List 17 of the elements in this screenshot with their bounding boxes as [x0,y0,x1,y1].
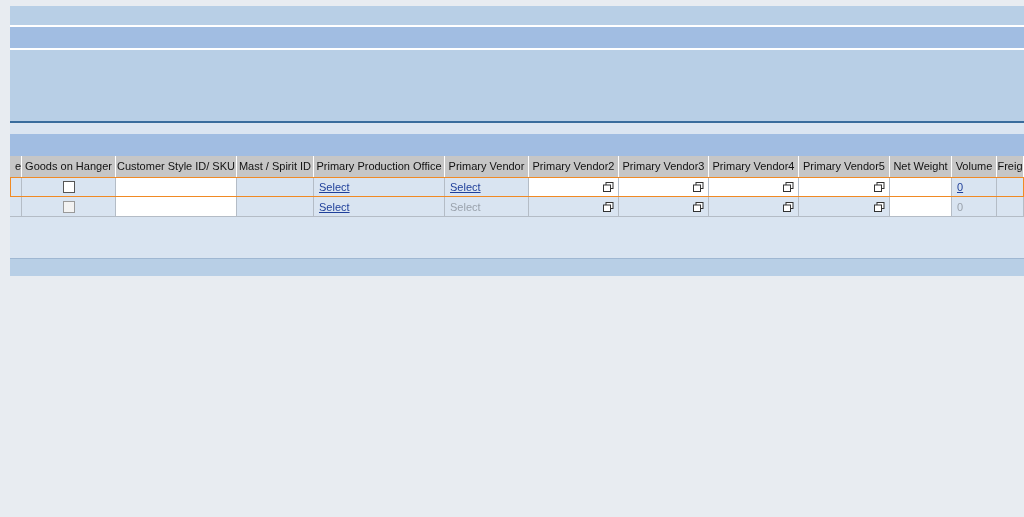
input-field[interactable] [116,177,236,196]
select-link[interactable]: Select [319,200,350,213]
select-link[interactable]: Select [319,180,350,193]
input-field[interactable] [116,197,236,216]
copy-icon[interactable] [603,181,614,192]
lookup-field[interactable] [799,177,889,196]
input-field[interactable] [890,177,951,196]
lookup-field[interactable] [709,177,798,196]
copy-icon[interactable] [783,181,794,192]
select-link[interactable]: Select [450,180,481,193]
lookup-field[interactable] [619,177,708,196]
copy-icon[interactable] [874,181,885,192]
lookup-field[interactable] [529,177,618,196]
checkbox[interactable] [62,180,75,193]
input-field[interactable] [890,197,951,216]
copy-icon[interactable] [693,181,704,192]
select-link[interactable]: 0 [957,180,964,193]
